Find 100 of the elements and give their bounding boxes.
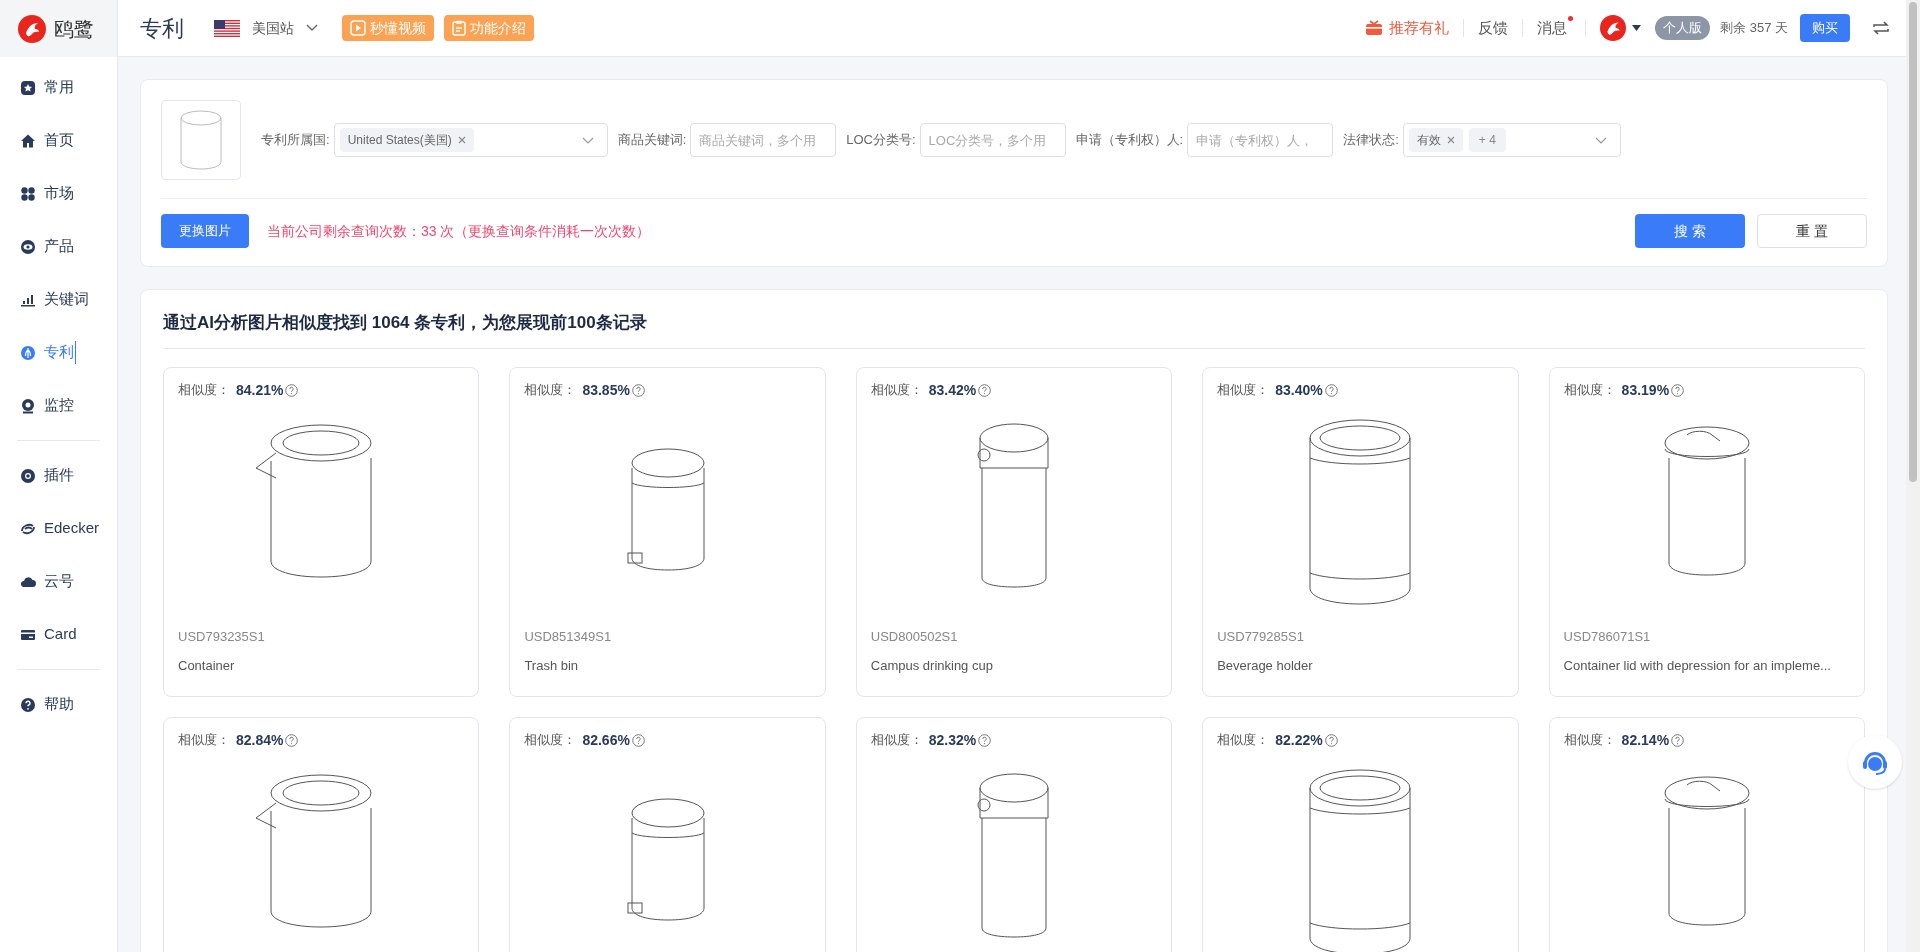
help-icon [20, 696, 36, 713]
sidebar-item[interactable]: Edecker [0, 502, 117, 555]
patent-card[interactable]: 相似度： 82.32% [855, 716, 1173, 952]
similarity-label: 相似度： [1563, 731, 1616, 750]
patent-number: USD851349S1 [524, 627, 613, 646]
logo-icon [18, 14, 46, 43]
help-icon[interactable] [978, 383, 992, 397]
help-icon[interactable] [1324, 733, 1338, 747]
sidebar-item[interactable]: 关键词 [0, 273, 117, 326]
help-icon[interactable] [631, 383, 645, 397]
help-icon[interactable] [1324, 383, 1338, 397]
similarity-label: 相似度： [870, 381, 923, 400]
caret-icon [1632, 25, 1642, 31]
similarity-label: 相似度： [178, 731, 230, 750]
sidebar-item[interactable]: 产品 [0, 220, 117, 273]
clipboard-icon [452, 20, 466, 36]
help-icon[interactable] [285, 733, 299, 747]
plan-badge: 个人版 [1655, 16, 1711, 40]
patent-card[interactable]: 相似度： 82.66% [509, 716, 826, 952]
patent-card[interactable]: 相似度： 84.21% USD793235S1 Container [163, 366, 480, 697]
filter-tag: 有效 [1408, 128, 1463, 152]
similarity-value: 82.14% [1621, 730, 1670, 750]
similarity-label: 相似度： [1217, 731, 1270, 750]
us-flag-icon [214, 19, 240, 37]
patent-card[interactable]: 相似度： 82.22% [1202, 716, 1519, 952]
help-icon[interactable] [1671, 383, 1685, 397]
similarity-label: 相似度： [524, 731, 577, 750]
patent-card[interactable]: 相似度： 83.85% USD851349S1 Trash bin [509, 366, 826, 697]
chevron-down-icon [306, 24, 318, 32]
select-field[interactable]: 有效 + 4 [1402, 123, 1621, 157]
similarity-label: 相似度： [870, 731, 923, 750]
similarity-label: 相似度： [178, 381, 230, 400]
similarity-label: 相似度： [1217, 381, 1270, 400]
sidebar-item[interactable]: 帮助 [0, 678, 117, 731]
help-icon[interactable] [285, 383, 299, 397]
patent-card[interactable]: 相似度： 83.19% USD786071S1 Container lid with depression for an impleme... [1548, 366, 1865, 697]
switch-icon[interactable] [1872, 21, 1890, 35]
help-icon[interactable] [1671, 733, 1685, 747]
patent-card[interactable]: 相似度： 83.42% USD800502S1 Campus drinking cup [855, 366, 1173, 697]
play-icon [350, 20, 366, 36]
logo-text: 鸥鹭 [54, 16, 94, 42]
account-menu[interactable] [1600, 15, 1642, 41]
results-heading: 通过AI分析图片相似度找到 1064 条专利，为您展现前100条记录 [163, 310, 1865, 349]
similarity-value: 83.42% [928, 380, 977, 400]
select-field[interactable]: United States(美国) [333, 123, 608, 157]
patent-number: USD779285S1 [1217, 627, 1305, 646]
input-field[interactable]: 商品关键词，多个用 [690, 123, 837, 157]
chevron-down-icon [581, 136, 594, 144]
field-label: 商品关键词: [617, 131, 687, 150]
camera-icon [20, 397, 36, 414]
more-tags-count: + 4 [1468, 128, 1506, 152]
sidebar-item[interactable]: 插件 [0, 449, 117, 502]
avatar-icon [1600, 15, 1627, 41]
patent-number: USD793235S1 [178, 627, 266, 646]
patent-card[interactable]: 相似度： 83.40% USD779285S1 Beverage holder [1202, 366, 1519, 697]
help-icon[interactable] [631, 733, 645, 747]
sidebar-item[interactable]: 常用 [0, 61, 117, 114]
similarity-label: 相似度： [1563, 381, 1616, 400]
input-field[interactable]: 申请（专利权）人， [1187, 123, 1334, 157]
sidebar-item[interactable]: 专利 [0, 326, 117, 379]
search-button[interactable]: 搜 索 [1635, 214, 1745, 248]
similarity-value: 84.21% [236, 380, 284, 400]
sidebar-item[interactable]: 云号 [0, 555, 117, 608]
gift-icon [1365, 20, 1384, 36]
change-image-button[interactable]: 更换图片 [161, 214, 249, 248]
patent-title: Trash bin [524, 657, 580, 675]
field-label: 申请（专利权）人: [1075, 131, 1184, 150]
messages-link[interactable]: 消息 [1537, 16, 1572, 40]
similarity-value: 82.84% [236, 730, 284, 750]
help-icon[interactable] [978, 733, 992, 747]
quota-notice: 当前公司剩余查询次数：33 次（更换查询条件消耗一次次数） [267, 221, 651, 241]
similarity-value: 82.32% [928, 730, 977, 750]
patent-title: Campus drinking cup [870, 657, 994, 675]
scrollbar-thumb[interactable] [1909, 2, 1917, 482]
sidebar-item[interactable]: 监控 [0, 379, 117, 432]
field-label: 法律状态: [1343, 131, 1399, 150]
similarity-value: 82.66% [582, 730, 630, 750]
similarity-value: 82.22% [1275, 730, 1323, 750]
close-icon[interactable] [457, 136, 466, 144]
buy-button[interactable]: 购买 [1800, 14, 1850, 42]
close-icon[interactable] [1446, 136, 1455, 144]
chevron-down-icon [1594, 136, 1607, 144]
similarity-value: 83.19% [1621, 380, 1670, 400]
reset-button[interactable]: 重 置 [1757, 214, 1867, 248]
home-icon [20, 132, 36, 149]
sidebar-item[interactable]: 首页 [0, 114, 117, 167]
input-field[interactable]: LOC分类号，多个用 [919, 123, 1066, 157]
patent-title: Container lid with depression for an impleme... [1563, 657, 1832, 675]
page-title: 专利 [140, 14, 184, 43]
similarity-value: 83.85% [582, 380, 630, 400]
site-selector[interactable]: 美国站 [252, 17, 318, 39]
filter-tag: United States(美国) [339, 128, 474, 152]
field-label: LOC分类号: [846, 131, 916, 150]
feedback-link[interactable]: 反馈 [1478, 16, 1509, 40]
patent-number: USD800502S1 [870, 627, 959, 646]
similarity-label: 相似度： [524, 381, 577, 400]
patent-card[interactable]: 相似度： 82.84% [163, 716, 480, 952]
sidebar-item[interactable]: 市场 [0, 167, 117, 220]
remaining-days: 剩余 357 天 [1720, 18, 1788, 38]
sidebar-item[interactable]: Card [0, 608, 117, 661]
